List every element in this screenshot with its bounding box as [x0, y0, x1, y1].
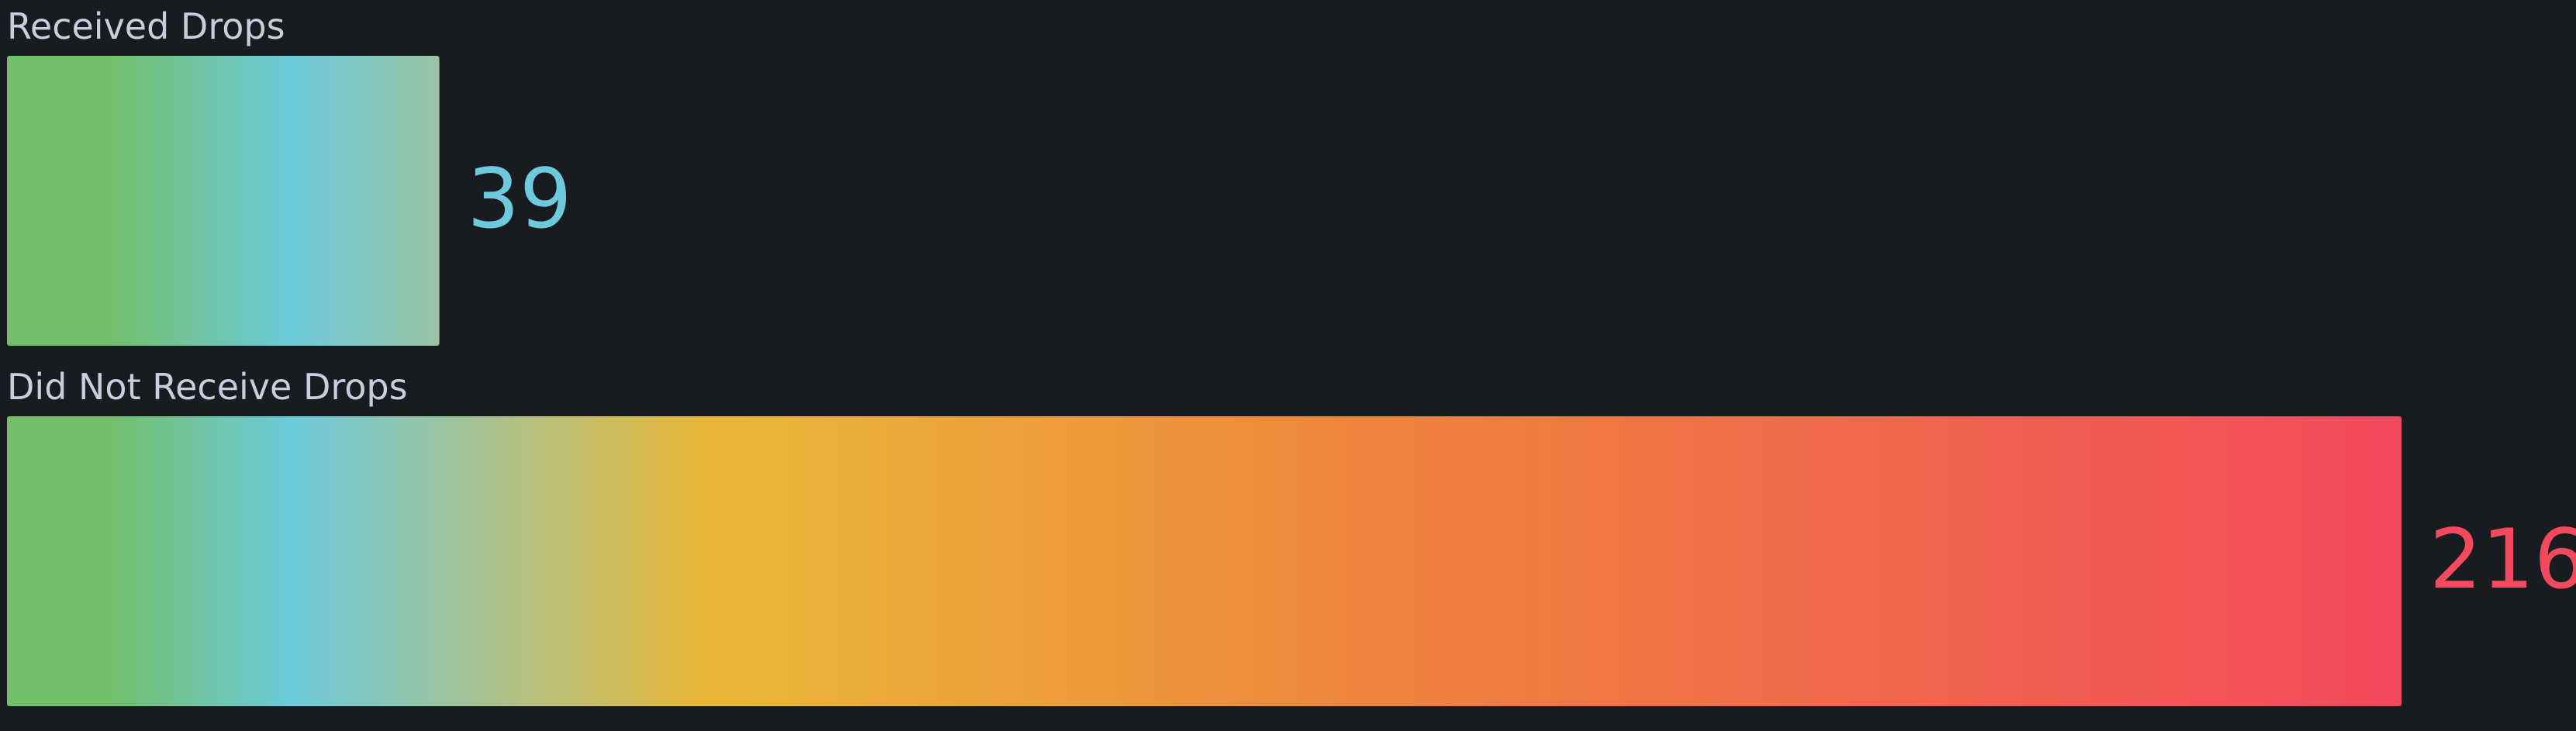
bar-label-did-not-receive-drops: Did Not Receive Drops: [7, 366, 408, 408]
bar-did-not-receive-drops: [7, 416, 2402, 706]
bar-gauge-chart: Received Drops 39 Did Not Receive Drops 216: [7, 5, 2576, 706]
bar-label-received-drops: Received Drops: [7, 5, 285, 47]
bar-value-received-drops: 39: [468, 151, 572, 247]
bar-value-did-not-receive-drops: 216: [2429, 512, 2576, 607]
bar-received-drops: [7, 56, 440, 346]
